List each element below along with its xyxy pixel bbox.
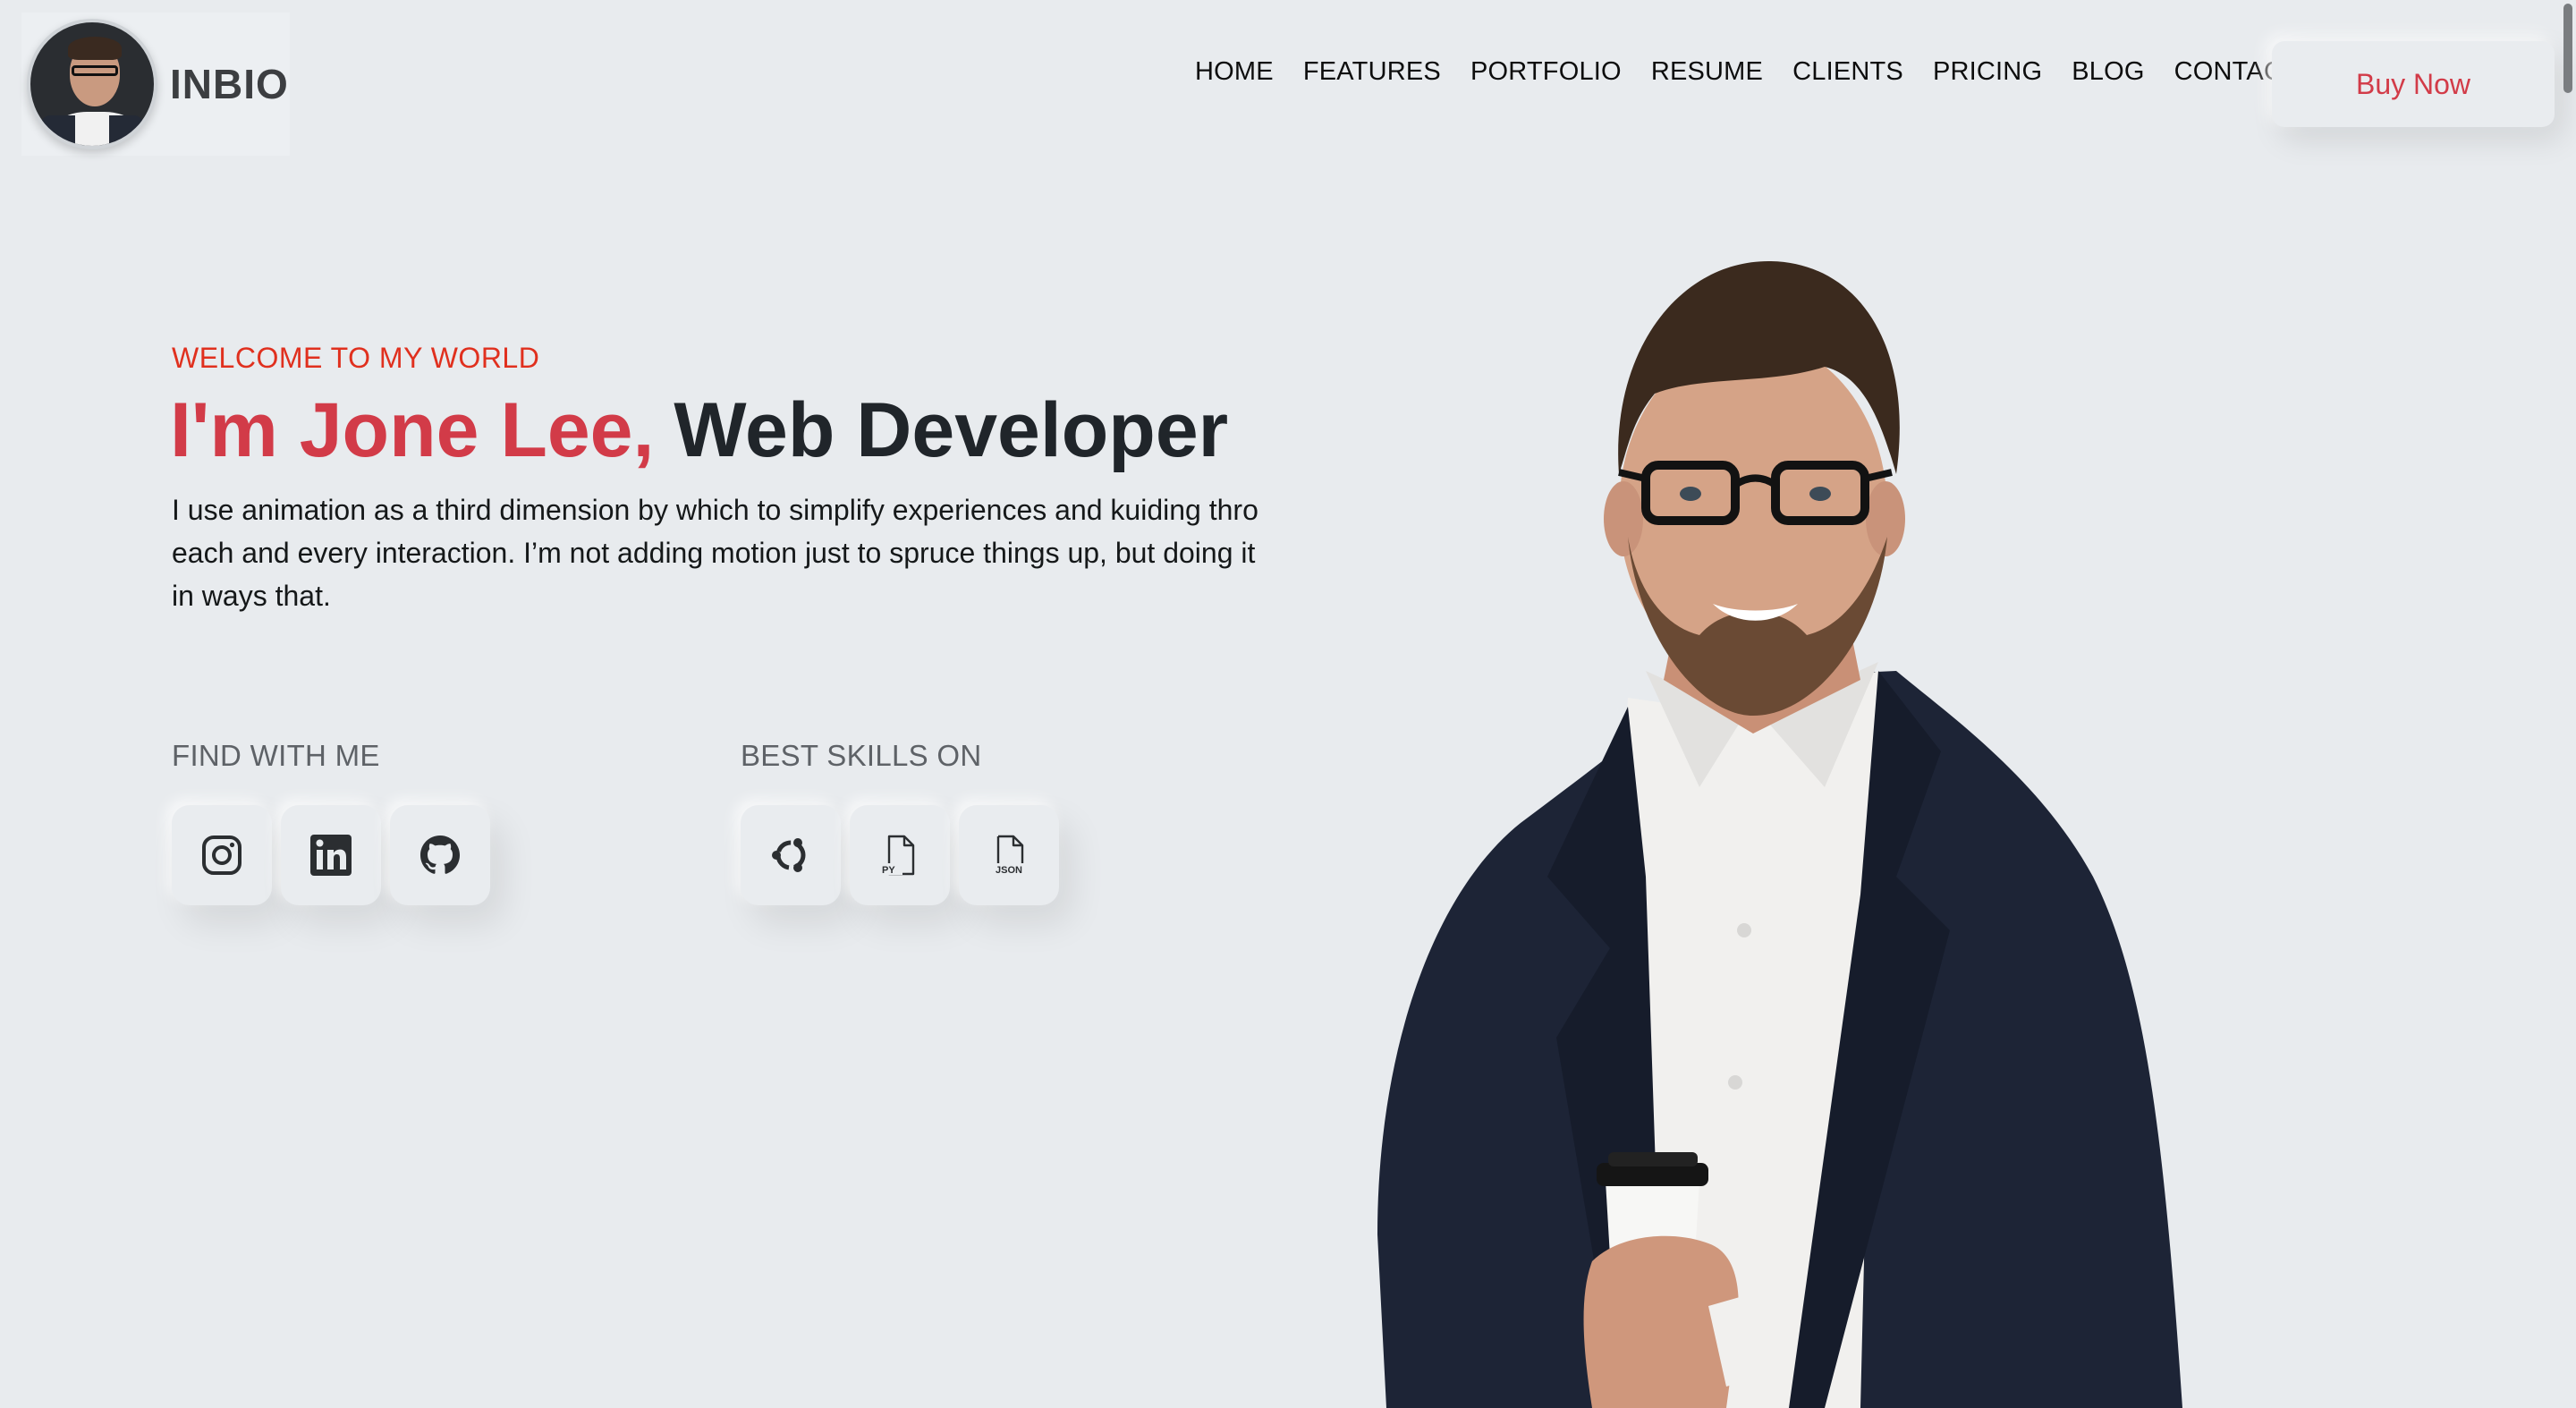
nav-resume[interactable]: RESUME <box>1651 57 1763 87</box>
hero-headline: I'm Jone Lee, Web Developer <box>170 386 1228 475</box>
ubuntu-icon <box>772 838 806 872</box>
python-skill[interactable]: PY <box>850 805 950 905</box>
ubuntu-skill[interactable] <box>741 805 841 905</box>
instagram-icon <box>202 835 242 875</box>
nav-features[interactable]: FEATURES <box>1303 57 1441 87</box>
nav-portfolio[interactable]: PORTFOLIO <box>1470 57 1622 87</box>
svg-text:JSON: JSON <box>996 865 1022 876</box>
github-button[interactable] <box>390 805 490 905</box>
nav-home[interactable]: HOME <box>1195 57 1274 87</box>
brand-name: INBIO <box>170 61 289 107</box>
find-with-me-label: FIND WITH ME <box>172 739 380 772</box>
brand-logo[interactable]: INBIO <box>21 13 290 156</box>
hero-intro: I use animation as a third dimension by … <box>172 494 1258 612</box>
github-icon <box>420 835 460 874</box>
linkedin-icon <box>310 835 352 876</box>
svg-text:PY: PY <box>882 865 895 876</box>
skills-icons: PY JSON <box>741 805 1059 905</box>
nav-pricing[interactable]: PRICING <box>1933 57 2042 87</box>
json-file-icon: JSON <box>996 835 1024 876</box>
hero-name: I'm Jone Lee, <box>170 387 655 473</box>
social-links <box>172 805 490 905</box>
linkedin-button[interactable] <box>281 805 381 905</box>
nav-blog[interactable]: BLOG <box>2072 57 2144 87</box>
best-skills-label: BEST SKILLS ON <box>741 739 982 772</box>
json-skill[interactable]: JSON <box>959 805 1059 905</box>
python-file-icon: PY <box>881 835 915 876</box>
profile-avatar <box>27 19 157 149</box>
buy-now-button[interactable]: Buy Now <box>2272 41 2555 127</box>
instagram-button[interactable] <box>172 805 272 905</box>
nav-clients[interactable]: CLIENTS <box>1792 57 1903 87</box>
page-scrollbar[interactable] <box>2556 0 2576 1408</box>
main-nav: HOME FEATURES PORTFOLIO RESUME CLIENTS P… <box>1195 57 2299 87</box>
hero-role: Web Developer <box>674 387 1229 473</box>
scrollbar-thumb[interactable] <box>2563 4 2572 93</box>
hero-portrait <box>1377 260 2182 1408</box>
welcome-text: WELCOME TO MY WORLD <box>172 342 540 374</box>
